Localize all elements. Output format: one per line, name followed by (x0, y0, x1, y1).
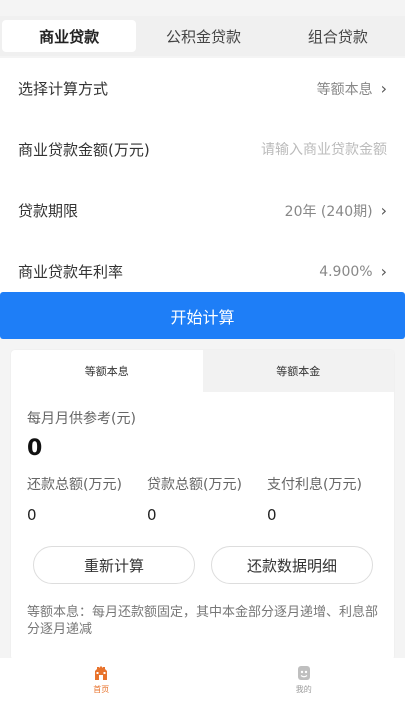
total-repayment-value: 0 (27, 506, 37, 524)
term-value-group: 20年 (240期) › (285, 201, 387, 221)
amount-label: 商业贷款金额(万元) (18, 141, 150, 159)
term-row[interactable]: 贷款期限 20年 (240期) › (0, 180, 405, 241)
rate-label: 商业贷款年利率 (18, 263, 124, 281)
total-loan-stat: 贷款总额(万元) 0 (147, 474, 267, 524)
method-explanation: 等额本息：每月还款额固定，其中本金部分逐月递增、利息部分逐月递减 (27, 605, 379, 637)
interest-stat: 支付利息(万元) 0 (267, 474, 387, 524)
nav-home-label: 首页 (93, 685, 110, 694)
amount-row: 商业贷款金额(万元) (0, 119, 405, 180)
home-icon (95, 666, 108, 680)
nav-profile[interactable]: 我的 (203, 658, 405, 720)
total-loan-value: 0 (147, 506, 157, 524)
interest-label: 支付利息(万元) (267, 477, 362, 493)
tab-provident-fund-loan[interactable]: 公积金贷款 (136, 20, 270, 52)
total-repayment-label: 还款总额(万元) (27, 477, 122, 493)
total-repayment-stat: 还款总额(万元) 0 (27, 474, 147, 524)
method-value: 等额本息 (316, 81, 373, 98)
chevron-right-icon: › (380, 262, 387, 281)
tab-equal-principal[interactable]: 等额本金 (202, 350, 394, 392)
term-label: 贷款期限 (18, 202, 79, 220)
bottom-nav: 首页 我的 (0, 658, 405, 720)
profile-icon (297, 666, 310, 680)
tab-equal-installment[interactable]: 等额本息 (11, 350, 203, 392)
monthly-payment-label: 每月月供参考(元) (27, 411, 136, 427)
nav-profile-label: 我的 (295, 685, 312, 694)
loan-form: 选择计算方式 等额本息 › 商业贷款金额(万元) 贷款期限 20年 (240期)… (0, 58, 405, 302)
tab-combined-loan[interactable]: 组合贷款 (271, 20, 405, 52)
repayment-detail-button[interactable]: 还款数据明细 (211, 546, 373, 584)
interest-value: 0 (267, 506, 277, 524)
loan-type-tabs: 商业贷款 公积金贷款 组合贷款 (0, 16, 405, 56)
rate-value-group: 4.900% › (319, 262, 387, 281)
tab-commercial-loan[interactable]: 商业贷款 (2, 20, 137, 52)
result-stats: 还款总额(万元) 0 贷款总额(万元) 0 支付利息(万元) 0 (27, 474, 387, 524)
method-value-group: 等额本息 › (317, 79, 387, 99)
term-value: 20年 (240期) (284, 203, 373, 220)
recalculate-button[interactable]: 重新计算 (33, 546, 195, 584)
rate-value: 4.900% (319, 263, 373, 280)
method-label: 选择计算方式 (18, 80, 109, 98)
start-calculation-button[interactable]: 开始计算 (0, 292, 405, 339)
amount-input[interactable] (227, 141, 387, 158)
monthly-payment-value: 0 (27, 436, 43, 461)
chevron-right-icon: › (380, 201, 387, 220)
result-actions: 重新计算 还款数据明细 (33, 546, 373, 584)
method-row[interactable]: 选择计算方式 等额本息 › (0, 58, 405, 119)
chevron-right-icon: › (380, 79, 387, 98)
nav-home[interactable]: 首页 (0, 658, 203, 720)
repayment-method-tabs: 等额本息 等额本金 (11, 350, 394, 392)
result-card: 等额本息 等额本金 每月月供参考(元) 0 还款总额(万元) 0 贷款总额(万元… (11, 350, 394, 660)
total-loan-label: 贷款总额(万元) (147, 477, 242, 493)
